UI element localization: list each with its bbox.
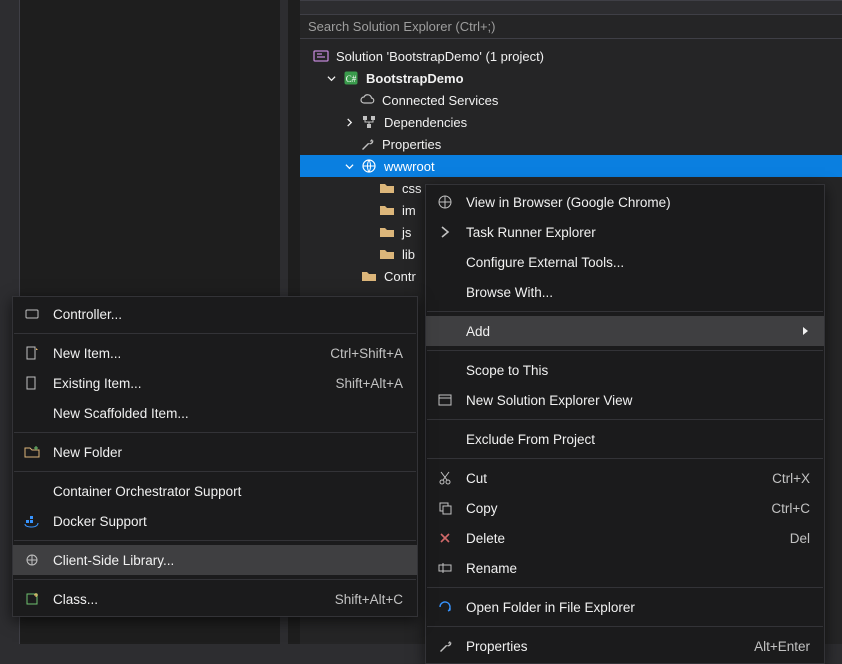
csharp-project-icon: C# <box>342 70 360 86</box>
menu-separator <box>427 587 823 588</box>
solution-icon <box>312 48 330 64</box>
delete-icon <box>434 529 456 547</box>
expander-closed-icon[interactable] <box>342 115 356 129</box>
project-label: BootstrapDemo <box>366 71 464 86</box>
copy-icon <box>434 499 456 517</box>
menu-new-solution-explorer-view[interactable]: New Solution Explorer View <box>426 385 824 415</box>
menu-class[interactable]: Class... Shift+Alt+C <box>13 584 417 614</box>
wrench-icon <box>358 136 376 152</box>
menu-separator <box>427 350 823 351</box>
solution-explorer-toolbar[interactable] <box>300 1 842 15</box>
menu-task-runner[interactable]: Task Runner Explorer <box>426 217 824 247</box>
dependencies-icon <box>360 114 378 130</box>
menu-rename[interactable]: Rename <box>426 553 824 583</box>
menu-separator <box>427 419 823 420</box>
cloud-icon <box>358 92 376 108</box>
menu-separator <box>14 471 416 472</box>
properties-node[interactable]: Properties <box>300 133 842 155</box>
menu-exclude-from-project[interactable]: Exclude From Project <box>426 424 824 454</box>
menu-controller[interactable]: Controller... <box>13 299 417 329</box>
folder-icon <box>378 246 396 262</box>
window-icon <box>434 391 456 409</box>
menu-browse-with[interactable]: Browse With... <box>426 277 824 307</box>
controller-icon <box>21 305 43 323</box>
menu-scope-to-this[interactable]: Scope to This <box>426 355 824 385</box>
browser-icon <box>434 193 456 211</box>
library-icon <box>21 551 43 569</box>
menu-separator <box>427 458 823 459</box>
menu-delete[interactable]: Delete Del <box>426 523 824 553</box>
solution-label: Solution 'BootstrapDemo' (1 project) <box>336 49 544 64</box>
open-icon <box>434 598 456 616</box>
svg-text:C#: C# <box>346 74 357 84</box>
chevron-right-icon <box>434 223 456 241</box>
cut-icon <box>434 469 456 487</box>
menu-new-folder[interactable]: New Folder <box>13 437 417 467</box>
context-menu: View in Browser (Google Chrome) Task Run… <box>425 184 825 664</box>
add-submenu: Controller... New Item... Ctrl+Shift+A E… <box>12 296 418 617</box>
connected-services-node[interactable]: Connected Services <box>300 89 842 111</box>
project-node[interactable]: C# BootstrapDemo <box>300 67 842 89</box>
new-item-icon <box>21 344 43 362</box>
menu-docker-support[interactable]: Docker Support <box>13 506 417 536</box>
docker-icon <box>21 512 43 530</box>
expander-open-icon[interactable] <box>342 159 356 173</box>
class-icon <box>21 590 43 608</box>
wwwroot-node[interactable]: wwwroot <box>300 155 842 177</box>
dependencies-node[interactable]: Dependencies <box>300 111 842 133</box>
folder-icon <box>378 224 396 240</box>
menu-separator <box>14 432 416 433</box>
folder-icon <box>360 268 378 284</box>
rename-icon <box>434 559 456 577</box>
menu-client-side-library[interactable]: Client-Side Library... <box>13 545 417 575</box>
existing-item-icon <box>21 374 43 392</box>
search-input[interactable]: Search Solution Explorer (Ctrl+;) <box>300 15 842 39</box>
menu-copy[interactable]: Copy Ctrl+C <box>426 493 824 523</box>
menu-separator <box>427 311 823 312</box>
wrench-icon <box>434 637 456 655</box>
menu-separator <box>427 626 823 627</box>
folder-icon <box>378 202 396 218</box>
submenu-arrow-icon <box>802 324 810 339</box>
menu-new-item[interactable]: New Item... Ctrl+Shift+A <box>13 338 417 368</box>
menu-new-scaffolded-item[interactable]: New Scaffolded Item... <box>13 398 417 428</box>
menu-properties[interactable]: Properties Alt+Enter <box>426 631 824 661</box>
menu-configure-external-tools[interactable]: Configure External Tools... <box>426 247 824 277</box>
menu-open-folder-in-explorer[interactable]: Open Folder in File Explorer <box>426 592 824 622</box>
menu-separator <box>14 333 416 334</box>
expander-open-icon[interactable] <box>324 71 338 85</box>
menu-container-orchestrator[interactable]: Container Orchestrator Support <box>13 476 417 506</box>
menu-view-in-browser[interactable]: View in Browser (Google Chrome) <box>426 187 824 217</box>
menu-separator <box>14 540 416 541</box>
menu-existing-item[interactable]: Existing Item... Shift+Alt+A <box>13 368 417 398</box>
menu-separator <box>14 579 416 580</box>
folder-icon <box>378 180 396 196</box>
solution-node[interactable]: Solution 'BootstrapDemo' (1 project) <box>300 45 842 67</box>
globe-icon <box>360 158 378 174</box>
new-folder-icon <box>21 443 43 461</box>
menu-add[interactable]: Add <box>426 316 824 346</box>
menu-cut[interactable]: Cut Ctrl+X <box>426 463 824 493</box>
